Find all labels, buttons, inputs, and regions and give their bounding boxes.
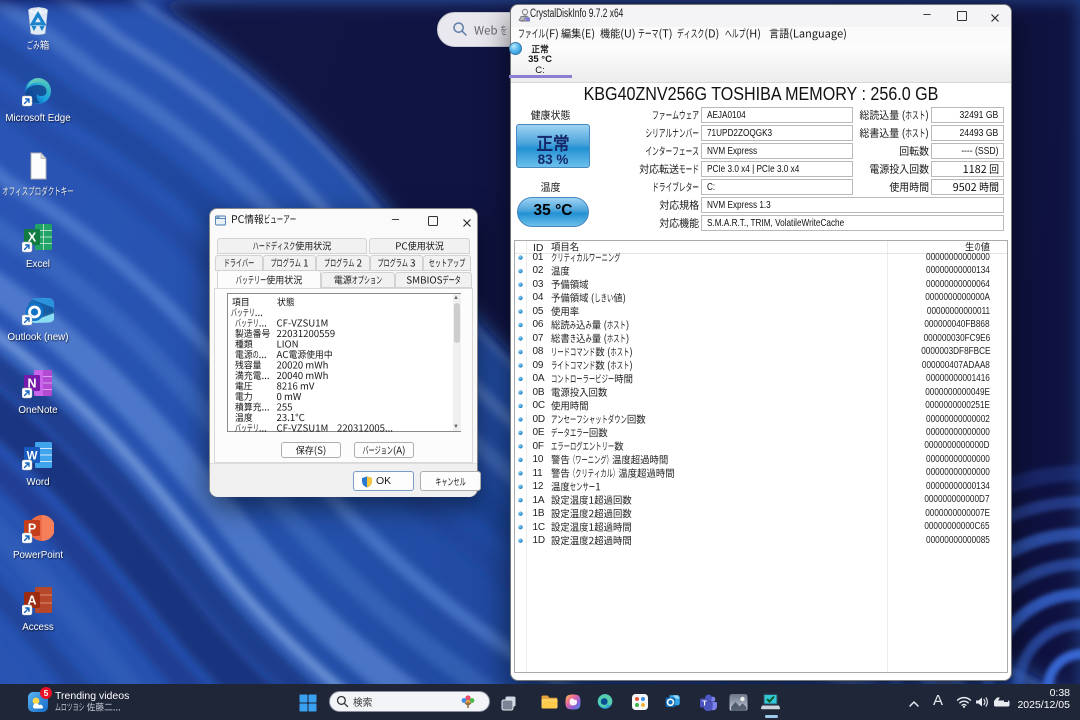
svg-text:T: T [702, 699, 707, 708]
